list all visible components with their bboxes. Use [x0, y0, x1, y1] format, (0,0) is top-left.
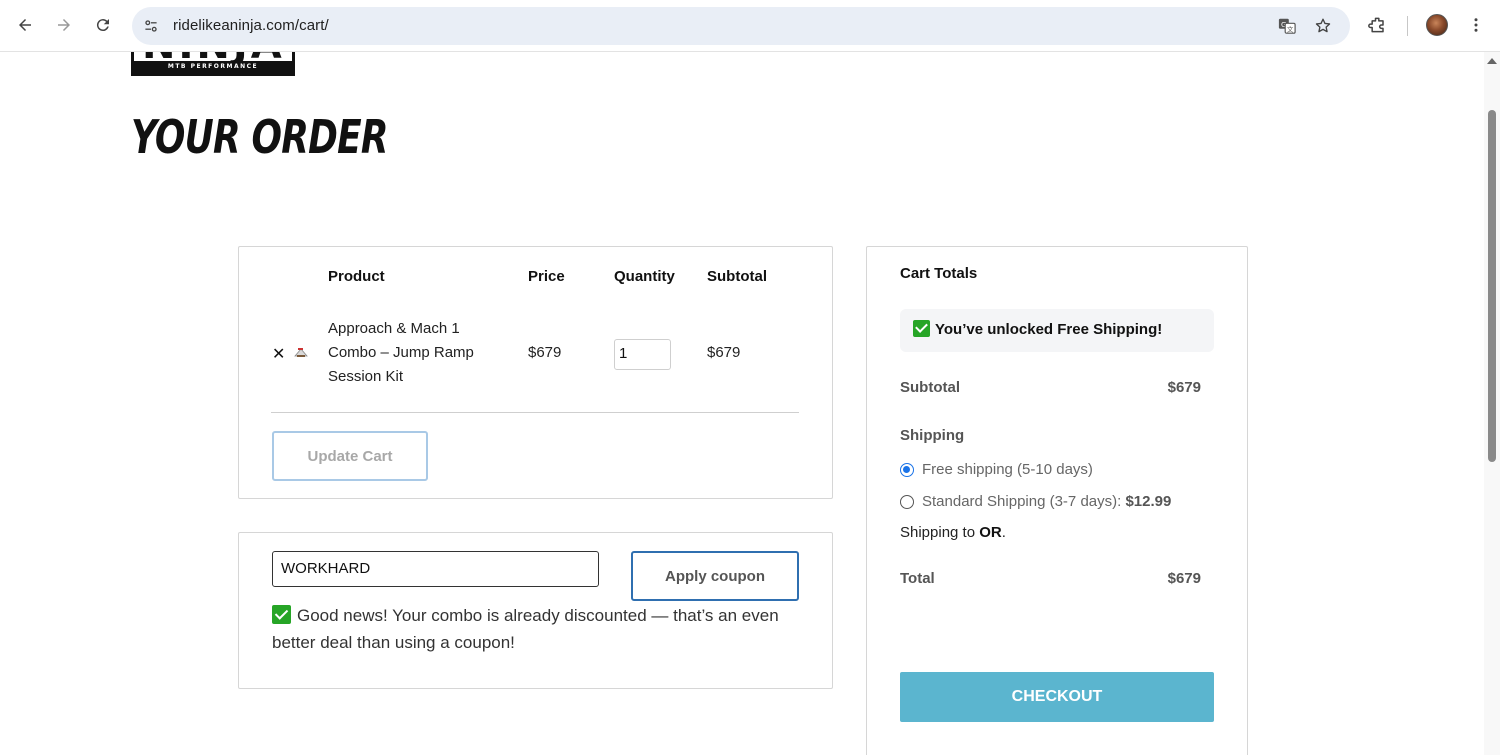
profile-avatar[interactable]	[1425, 13, 1449, 37]
shipping-option-standard[interactable]: Standard Shipping (3-7 days): $12.99	[900, 493, 1171, 510]
quantity-input[interactable]: 1	[614, 339, 671, 370]
row-divider	[271, 412, 799, 413]
reload-icon	[96, 19, 109, 32]
total-value: $679	[1167, 570, 1201, 587]
cart-totals: Cart Totals You’ve unlocked Free Shippin…	[866, 246, 1248, 755]
scroll-thumb[interactable]	[1488, 110, 1496, 462]
reload-button[interactable]	[88, 10, 118, 40]
svg-text:文: 文	[1287, 24, 1294, 33]
shipping-option-label: Free shipping (5-10 days)	[922, 461, 1093, 478]
item-price: $679	[528, 344, 562, 361]
shipping-option-price: $12.99	[1125, 493, 1172, 510]
free-shipping-notice: You’ve unlocked Free Shipping!	[900, 309, 1214, 352]
subtotal-value: $679	[1167, 379, 1201, 396]
product-name-link[interactable]: Approach & Mach 1 Combo – Jump Ramp Sess…	[328, 317, 503, 389]
translate-icon[interactable]: G文	[1278, 17, 1296, 35]
coupon-message: Good news! Your combo is already discoun…	[272, 602, 802, 656]
shipping-destination: Shipping to OR.	[900, 524, 1006, 541]
checkout-button[interactable]: CHECKOUT	[900, 672, 1214, 722]
extensions-icon[interactable]	[1366, 13, 1390, 37]
page-scrollbar[interactable]	[1484, 52, 1500, 755]
header-quantity: Quantity	[614, 268, 675, 285]
back-arrow-icon	[19, 19, 31, 31]
coupon-message-text: Good news! Your combo is already discoun…	[272, 606, 779, 652]
shipping-to-state: OR	[979, 524, 1002, 541]
header-product: Product	[328, 268, 385, 285]
shipping-option-free[interactable]: Free shipping (5-10 days)	[900, 461, 1093, 478]
avatar	[1426, 14, 1448, 36]
site-settings-icon[interactable]	[142, 17, 160, 35]
back-button[interactable]	[10, 10, 40, 40]
browser-toolbar: ridelikeaninja.com/cart/ G文	[0, 0, 1500, 52]
forward-arrow-icon	[58, 19, 70, 31]
toolbar-divider	[1407, 16, 1408, 36]
coupon-section: WORKHARD Apply coupon Good news! Your co…	[238, 532, 833, 689]
free-shipping-text: You’ve unlocked Free Shipping!	[935, 321, 1163, 338]
header-subtotal: Subtotal	[707, 268, 767, 285]
bookmark-star-icon[interactable]	[1314, 17, 1332, 35]
header-price: Price	[528, 268, 565, 285]
forward-button[interactable]	[49, 10, 79, 40]
site-logo[interactable]: NINJA MTB PERFORMANCE	[131, 52, 295, 76]
scroll-up-arrow-icon[interactable]	[1487, 58, 1497, 64]
page-content: NINJA MTB PERFORMANCE YOUR ORDER Product…	[0, 52, 1500, 755]
cart-table: Product Price Quantity Subtotal ✕ Approa…	[238, 246, 833, 499]
shipping-label: Shipping	[900, 427, 965, 444]
menu-kebab-icon[interactable]	[1464, 13, 1488, 37]
item-subtotal: $679	[707, 344, 741, 361]
logo-tagline: MTB PERFORMANCE	[134, 61, 292, 73]
shipping-to-prefix: Shipping to	[900, 524, 980, 541]
radio-selected[interactable]	[900, 462, 914, 477]
update-cart-button[interactable]: Update Cart	[272, 431, 428, 481]
address-bar[interactable]: ridelikeaninja.com/cart/ G文	[132, 7, 1350, 45]
cart-totals-title: Cart Totals	[900, 265, 978, 282]
subtotal-label: Subtotal	[900, 379, 960, 396]
radio-unselected[interactable]	[900, 494, 914, 509]
page-title: YOUR ORDER	[131, 110, 388, 164]
check-mark-icon	[272, 605, 291, 624]
check-mark-icon	[913, 320, 930, 337]
url-text[interactable]: ridelikeaninja.com/cart/	[173, 17, 329, 34]
remove-item-button[interactable]: ✕	[272, 344, 285, 364]
shipping-to-suffix: .	[1001, 524, 1006, 541]
coupon-code-input[interactable]: WORKHARD	[272, 551, 599, 587]
apply-coupon-button[interactable]: Apply coupon	[631, 551, 799, 601]
product-thumbnail[interactable]	[294, 345, 308, 357]
shipping-option-label: Standard Shipping (3-7 days):	[922, 493, 1126, 510]
total-label: Total	[900, 570, 935, 587]
